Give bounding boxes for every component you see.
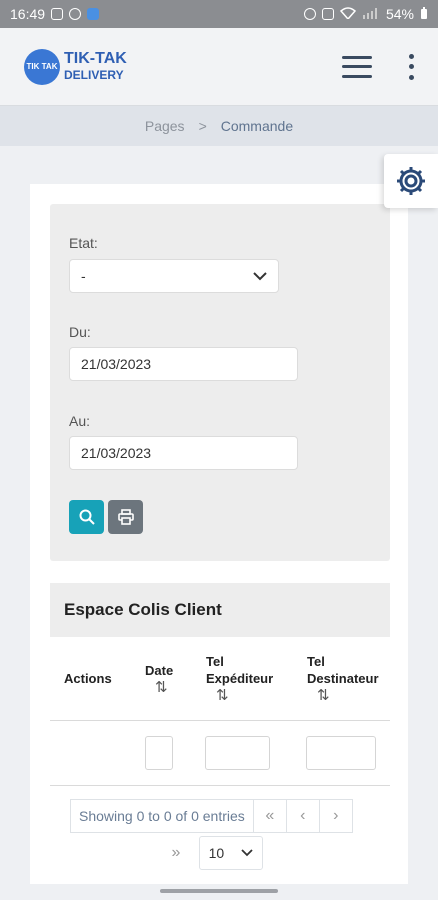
etat-select[interactable]: - <box>69 259 279 293</box>
settings-button[interactable] <box>384 154 438 208</box>
au-label: Au: <box>69 413 91 429</box>
battery-icon <box>420 6 428 22</box>
page-size-value: 10 <box>208 845 225 861</box>
logo[interactable]: TIK TAK TIK-TAK DELIVERY <box>24 48 127 85</box>
tel-expediteur-filter-input[interactable] <box>205 736 270 770</box>
app-notification-icon <box>87 8 100 20</box>
etat-label: Etat: <box>69 235 98 251</box>
notification-icon <box>51 8 64 20</box>
header-divider <box>50 720 390 721</box>
col-tel-expediteur-label: Tel Expéditeur <box>206 654 274 686</box>
more-options-icon[interactable] <box>408 53 414 80</box>
sort-icon: ⇅ <box>317 687 330 704</box>
breadcrumb-commande: Commande <box>220 118 294 134</box>
col-date[interactable]: Date ⇅ <box>145 662 173 696</box>
du-date-input[interactable]: 21/03/2023 <box>69 347 298 381</box>
au-date-value: 21/03/2023 <box>81 445 152 461</box>
chevron-down-icon <box>241 849 254 857</box>
print-icon <box>117 509 134 525</box>
prev-page-button[interactable]: ‹ <box>285 799 320 833</box>
col-actions: Actions <box>64 671 112 686</box>
messenger-icon <box>69 8 82 20</box>
col-tel-destinateur-label: Tel Destinateur <box>307 654 379 686</box>
gear-icon <box>397 167 425 195</box>
table-title: Espace Colis Client <box>50 583 390 637</box>
logo-badge: TIK TAK <box>24 48 60 85</box>
status-time: 16:49 <box>10 6 46 22</box>
sort-icon: ⇅ <box>155 679 168 696</box>
app-header: TIK TAK TIK-TAK DELIVERY <box>0 28 438 106</box>
menu-icon[interactable] <box>342 55 372 78</box>
logo-line2: DELIVERY <box>64 67 124 82</box>
col-tel-expediteur[interactable]: Tel Expéditeur ⇅ <box>206 653 286 704</box>
next-page-button[interactable]: › <box>318 799 353 833</box>
logo-line1: TIK-TAK <box>64 49 127 67</box>
row-divider <box>50 785 390 786</box>
last-page-button[interactable]: » <box>159 836 193 870</box>
du-label: Du: <box>69 324 91 340</box>
breadcrumb-pages[interactable]: Pages <box>145 118 185 134</box>
search-icon <box>79 509 95 525</box>
col-date-label: Date <box>145 663 174 678</box>
alarm-icon <box>303 8 316 20</box>
first-page-button[interactable]: « <box>252 799 287 833</box>
print-button[interactable] <box>108 500 143 534</box>
battery-text: 54% <box>385 6 414 22</box>
breadcrumb-separator: > <box>198 118 207 134</box>
status-bar: 16:49 54% <box>0 0 438 28</box>
chevron-down-icon <box>253 268 267 284</box>
du-date-value: 21/03/2023 <box>81 356 152 372</box>
pagination: Showing 0 to 0 of 0 entries « ‹ › <box>70 799 353 833</box>
page-size-select[interactable]: 10 <box>199 836 263 870</box>
wifi-icon <box>339 6 357 22</box>
signal-icon <box>362 6 380 22</box>
pagination-info: Showing 0 to 0 of 0 entries <box>70 799 254 833</box>
etat-value: - <box>81 268 86 284</box>
tel-destinateur-filter-input[interactable] <box>306 736 376 770</box>
search-button[interactable] <box>69 500 104 534</box>
main-card: Etat: - Du: 21/03/2023 Au: 21/03/2023 Es… <box>30 184 408 884</box>
breadcrumb: Pages > Commande <box>0 106 438 146</box>
mute-icon <box>321 8 334 20</box>
home-indicator[interactable] <box>160 889 278 893</box>
pagination-row2: » 10 <box>159 836 263 870</box>
sort-icon: ⇅ <box>216 687 229 704</box>
au-date-input[interactable]: 21/03/2023 <box>69 436 298 470</box>
col-tel-destinateur[interactable]: Tel Destinateur ⇅ <box>307 653 389 704</box>
filter-panel: Etat: - Du: 21/03/2023 Au: 21/03/2023 <box>50 204 390 561</box>
date-filter-input[interactable] <box>145 736 173 770</box>
